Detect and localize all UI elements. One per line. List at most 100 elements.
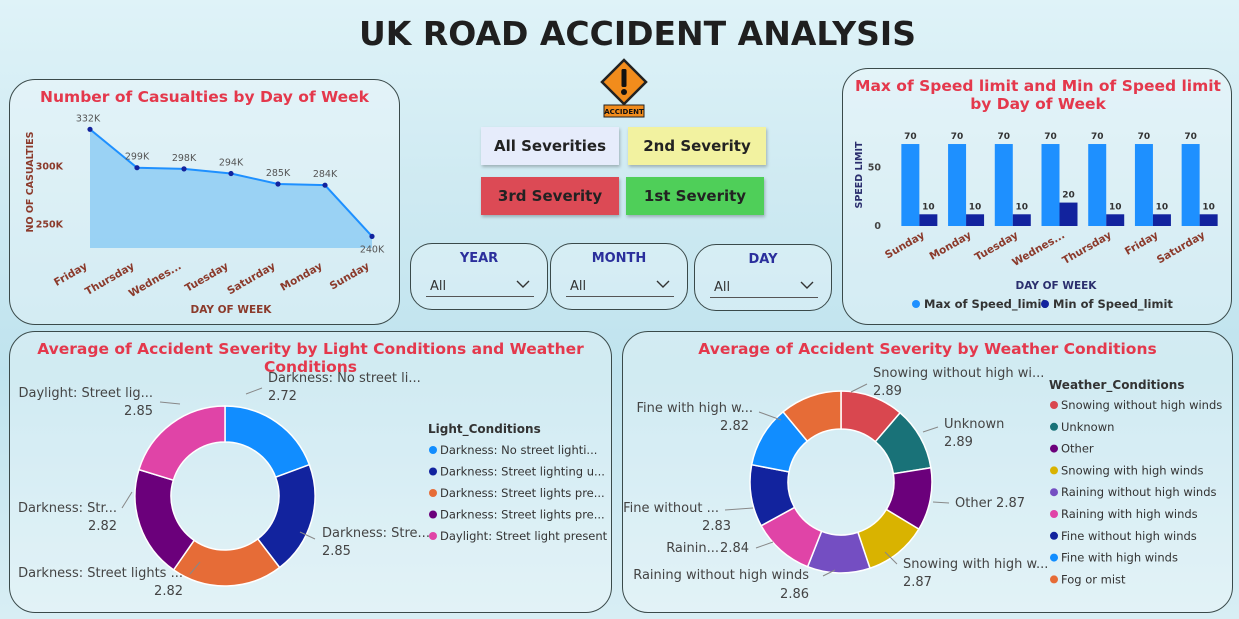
chevron-down-icon bbox=[516, 280, 530, 288]
legend-marker bbox=[1050, 401, 1058, 409]
slice-value: 2.89 bbox=[944, 435, 973, 450]
y-axis-title: SPEED LIMIT bbox=[854, 141, 865, 209]
slice-label: Fine with high w... bbox=[636, 401, 753, 416]
legend-label: Snowing without high winds bbox=[1061, 398, 1222, 412]
legend-marker bbox=[429, 532, 437, 540]
day-slicer[interactable]: DAY All bbox=[694, 244, 832, 311]
month-dropdown[interactable]: All bbox=[566, 270, 674, 297]
year-slicer-label: YEAR bbox=[459, 251, 499, 266]
data-point bbox=[134, 165, 140, 171]
bar-min bbox=[1152, 214, 1171, 226]
y-tick-label: 250K bbox=[36, 220, 64, 231]
weather-conditions-chart: Snowing without high wi... 2.89 Unknown 2.8… bbox=[623, 366, 1222, 602]
bar-max bbox=[901, 144, 920, 226]
x-tick-label: Friday bbox=[52, 260, 90, 289]
bar-data-label: 70 bbox=[998, 132, 1011, 142]
slice-label: Darkness: Stre... bbox=[322, 526, 430, 541]
data-point bbox=[369, 233, 375, 239]
x-tick-label: Wednes... bbox=[1010, 229, 1067, 269]
slice-value: 2.83 bbox=[702, 519, 731, 534]
slice-value: 2.86 bbox=[780, 587, 809, 602]
leader-line bbox=[755, 541, 774, 549]
data-point bbox=[275, 181, 281, 187]
data-label: 299K bbox=[125, 152, 150, 163]
bar-max bbox=[1181, 144, 1200, 226]
leader-line bbox=[850, 383, 868, 393]
bar-min bbox=[1199, 214, 1218, 226]
data-point bbox=[322, 182, 328, 188]
bar-min bbox=[966, 214, 985, 226]
x-tick-label: Wednes... bbox=[127, 260, 184, 300]
leader-line bbox=[932, 501, 950, 504]
month-slicer-label: MONTH bbox=[591, 251, 647, 266]
data-point bbox=[87, 126, 93, 132]
data-label: 284K bbox=[313, 169, 338, 180]
dashboard-title: UK ROAD ACCIDENT ANALYSIS bbox=[359, 14, 916, 53]
legend-marker bbox=[429, 467, 437, 476]
casualties-panel: Number of Casualties by Day of Week 332K… bbox=[9, 79, 400, 325]
3rd-severity-button[interactable]: 3rd Severity bbox=[481, 177, 619, 215]
casualties-chart: 332K 299K 298K 294K 285K 284K 240K 250K 300K Frid… bbox=[25, 113, 385, 316]
slice-value: 2.87 bbox=[903, 575, 932, 590]
legend-label: Max of Speed_limit bbox=[924, 297, 1047, 312]
slice-value: 2.82 bbox=[154, 584, 183, 599]
chevron-down-icon bbox=[656, 280, 670, 288]
day-dropdown[interactable]: All bbox=[710, 271, 818, 298]
x-tick-label: Thursday bbox=[1060, 229, 1113, 267]
bar-min bbox=[1012, 214, 1031, 226]
1st-severity-button[interactable]: 1st Severity bbox=[626, 177, 764, 215]
bar-data-label: 70 bbox=[904, 132, 917, 142]
bar-data-label: 10 bbox=[1109, 202, 1122, 212]
legend-label: Darkness: Street lights pre... bbox=[440, 486, 605, 500]
year-dropdown[interactable]: All bbox=[426, 270, 534, 297]
x-tick-label: Friday bbox=[1123, 229, 1161, 258]
bar-data-label: 10 bbox=[1016, 202, 1029, 212]
slice-value: 2.89 bbox=[873, 384, 902, 399]
year-slicer[interactable]: YEAR All bbox=[410, 243, 548, 310]
legend-marker bbox=[1050, 466, 1058, 475]
y-tick-label: 0 bbox=[874, 221, 881, 232]
x-axis-title: DAY OF WEEK bbox=[191, 304, 273, 316]
slice-value: 2.85 bbox=[124, 404, 153, 419]
leader-line bbox=[724, 507, 754, 511]
speed-chart: 0507010Sunday7010Monday7010Tuesday7020We… bbox=[854, 132, 1218, 312]
slice-value: 2.85 bbox=[322, 544, 351, 559]
slice-label: Unknown bbox=[944, 417, 1004, 432]
bar-data-label: 70 bbox=[951, 132, 964, 142]
bar-data-label: 10 bbox=[1156, 202, 1169, 212]
slice-label: Darkness: Street lights ... bbox=[18, 566, 183, 581]
bar-data-label: 10 bbox=[922, 202, 935, 212]
bar-min bbox=[1106, 214, 1125, 226]
data-label: 298K bbox=[172, 153, 197, 164]
data-label: 294K bbox=[219, 158, 244, 169]
slice-value: 2.84 bbox=[720, 541, 749, 556]
x-tick-label: Saturday bbox=[1155, 229, 1207, 266]
leader-line bbox=[159, 401, 181, 405]
bar-max bbox=[1088, 144, 1107, 226]
x-tick-label: Sunday bbox=[328, 260, 372, 292]
data-label: 240K bbox=[360, 244, 385, 255]
slice-label: Snowing with high w... bbox=[903, 557, 1048, 572]
legend-marker bbox=[1050, 553, 1058, 562]
donut-slice bbox=[224, 405, 311, 479]
light-conditions-chart: Darkness: No street li... 2.72 Darkness: S… bbox=[18, 371, 608, 599]
x-tick-label: Tuesday bbox=[183, 260, 231, 294]
bar-data-label: 20 bbox=[1062, 191, 1075, 201]
all-severities-button[interactable]: All Severities bbox=[481, 127, 619, 165]
accident-logo: ACCIDENT bbox=[600, 58, 648, 120]
leader-line bbox=[922, 426, 939, 433]
month-slicer[interactable]: MONTH All bbox=[550, 243, 688, 310]
legend-label: Raining without high winds bbox=[1061, 485, 1217, 499]
legend-label: Fine with high winds bbox=[1061, 551, 1178, 565]
x-tick-label: Sunday bbox=[883, 229, 927, 261]
y-axis-title: NO OF CASUALTIES bbox=[25, 131, 36, 232]
slice-label: Other 2.87 bbox=[955, 496, 1025, 511]
2nd-severity-button[interactable]: 2nd Severity bbox=[628, 127, 766, 165]
legend-label: Raining with high winds bbox=[1061, 507, 1198, 521]
slice-value: 2.82 bbox=[720, 419, 749, 434]
legend-marker bbox=[1050, 444, 1058, 453]
legend-label: Darkness: Street lights pre... bbox=[440, 508, 605, 522]
legend-label: Fine without high winds bbox=[1061, 529, 1197, 543]
logo-label: ACCIDENT bbox=[604, 108, 644, 116]
legend-label: Snowing with high winds bbox=[1061, 463, 1203, 477]
